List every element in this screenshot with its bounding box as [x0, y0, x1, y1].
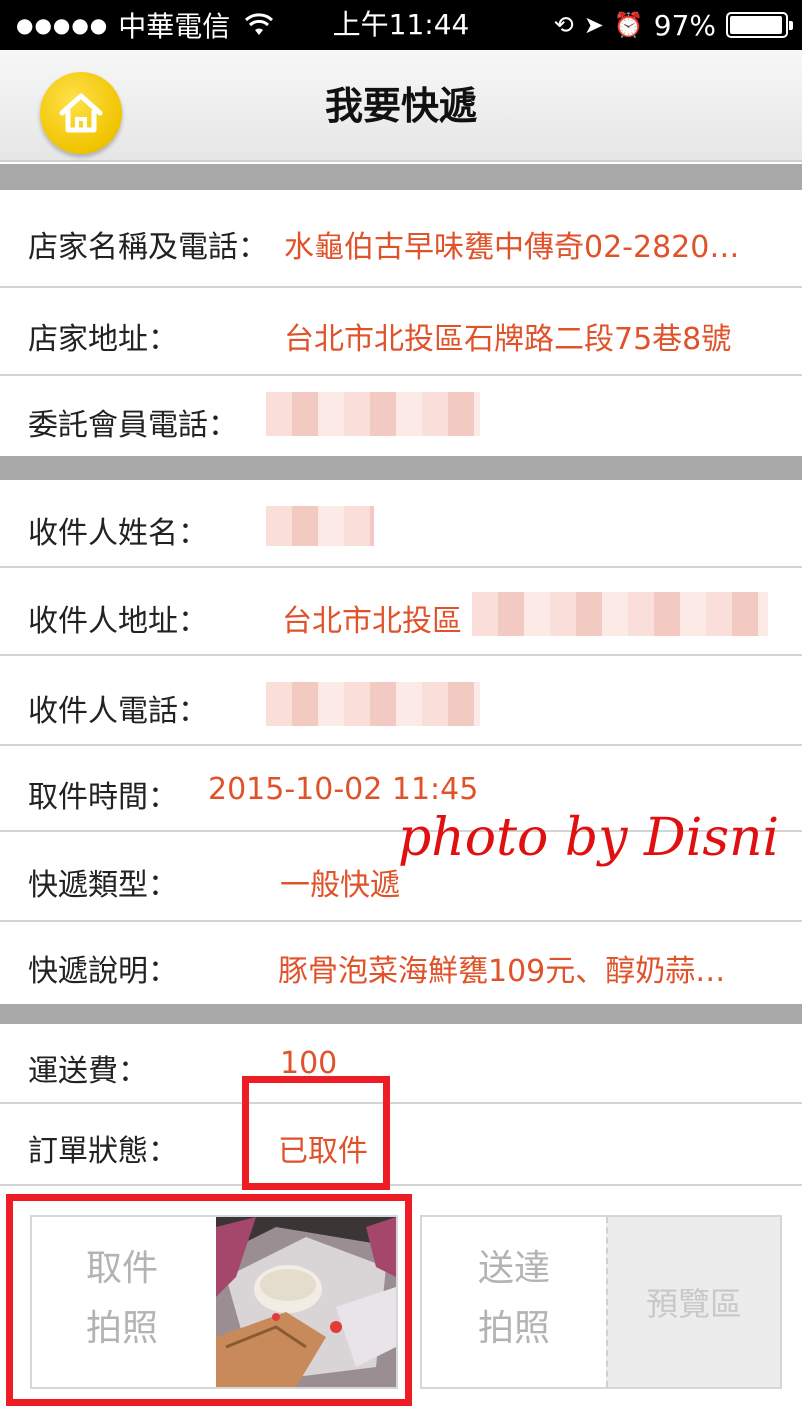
shop-name-row: 店家名稱及電話： 水龜伯古早味甕中傳奇02-2820…	[0, 190, 802, 288]
battery-level-fill	[730, 16, 783, 34]
redacted-recipient-name	[266, 506, 374, 546]
pickup-time-label: 取件時間：	[28, 780, 178, 815]
shop-name-label: 店家名稱及電話：	[28, 230, 268, 265]
shipping-fee-label: 運送費：	[28, 1054, 148, 1089]
status-highlight-box	[242, 1076, 390, 1190]
section-separator	[0, 164, 802, 190]
recipient-name-label: 收件人姓名：	[28, 516, 208, 551]
redacted-recipient-phone	[266, 682, 480, 726]
shipping-fee-row: 運送費： 100	[0, 1024, 802, 1104]
delivery-photo-preview-area[interactable]: 預覽區	[606, 1217, 780, 1387]
recipient-phone-row: 收件人電話：	[0, 656, 802, 746]
delivery-photo-label: 送達 拍照	[454, 1239, 574, 1359]
page-title: 我要快遞	[324, 84, 477, 128]
member-phone-row: 委託會員電話：	[0, 376, 802, 456]
shop-address-label: 店家地址：	[28, 322, 178, 357]
battery-icon	[726, 12, 793, 38]
order-status-row: 訂單狀態： 已取件	[0, 1104, 802, 1186]
shop-address-value[interactable]: 台北市北投區石牌路二段75巷8號	[284, 314, 784, 358]
recipient-phone-label: 收件人電話：	[28, 694, 208, 729]
recipient-address-label: 收件人地址：	[28, 604, 208, 639]
alarm-icon: ⏰	[613, 11, 644, 39]
pickup-time-value[interactable]: 2015-10-02 11:45	[208, 772, 608, 807]
status-bar: ●●●●● 中華電信 上午11:44 ⟲ ➤ ⏰ 97%	[0, 0, 802, 50]
delivery-description-label: 快遞說明：	[28, 954, 178, 989]
rotation-lock-icon: ⟲	[553, 11, 574, 39]
photo-watermark: photo by Disni	[398, 808, 780, 868]
recipient-address-row: 收件人地址： 台北市北投區	[0, 568, 802, 656]
shop-name-value[interactable]: 水龜伯古早味甕中傳奇02-2820…	[284, 222, 784, 266]
delivery-photo-label-line2: 拍照	[477, 1308, 550, 1349]
delivery-description-row: 快遞說明： 豚骨泡菜海鮮甕109元、醇奶蒜…	[0, 922, 802, 1004]
delivery-type-label: 快遞類型：	[28, 868, 178, 903]
redacted-member-phone	[266, 392, 480, 436]
battery-percent: 97%	[653, 8, 716, 42]
section-separator	[0, 1004, 802, 1024]
redacted-recipient-address	[472, 592, 768, 636]
delivery-description-value[interactable]: 豚骨泡菜海鮮甕109元、醇奶蒜…	[278, 946, 778, 990]
shop-address-row: 店家地址： 台北市北投區石牌路二段75巷8號	[0, 288, 802, 376]
member-phone-label: 委託會員電話：	[28, 408, 238, 443]
navigation-bar: 我要快遞	[0, 50, 802, 162]
order-status-label: 訂單狀態：	[28, 1134, 178, 1169]
recipient-address-value[interactable]: 台北市北投區	[282, 596, 482, 640]
delivery-photo-box[interactable]: 送達 拍照 預覽區	[420, 1215, 782, 1389]
recipient-name-row: 收件人姓名：	[0, 480, 802, 568]
delivery-photo-label-line1: 送達	[477, 1248, 550, 1289]
status-bar-right: ⟲ ➤ ⏰ 97%	[553, 0, 793, 50]
location-arrow-icon: ➤	[583, 11, 604, 39]
section-separator	[0, 456, 802, 480]
photo-highlight-box	[6, 1194, 412, 1406]
